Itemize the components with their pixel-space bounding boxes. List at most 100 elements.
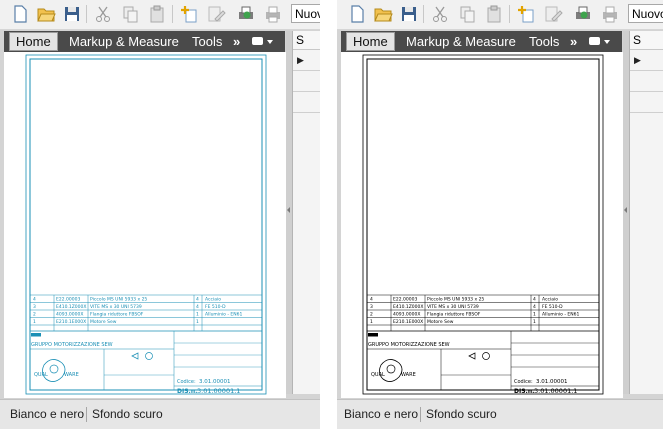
bom-material: Acciaio: [205, 297, 221, 303]
properties-panel: S ▶: [629, 31, 663, 394]
viewer-pane-right: Nuovo Home Markup & Measure Tools » 4 E22…: [337, 0, 663, 429]
bom-qty: 4: [196, 297, 199, 303]
bom-qty: 4: [533, 297, 536, 303]
ribbon-menu: Home Markup & Measure Tools »: [4, 31, 285, 52]
tab-tools[interactable]: Tools: [529, 32, 559, 51]
menu-dropdown-icon[interactable]: [252, 35, 274, 53]
projection-symbol-icon: [482, 352, 490, 360]
bom-code: 4093.0000X: [56, 312, 83, 318]
properties-header: S: [293, 31, 320, 50]
tab-markup-measure[interactable]: Markup & Measure: [69, 32, 179, 51]
title-mark: [368, 333, 378, 337]
new-file-icon[interactable]: [10, 4, 30, 24]
ribbon-menu: Home Markup & Measure Tools »: [341, 31, 622, 52]
open-folder-icon[interactable]: [373, 4, 393, 24]
company-name-right: WARE: [64, 372, 79, 378]
bom-description: Motore Sew: [427, 319, 454, 325]
drawing-canvas[interactable]: 4 E22.00003 Piccolo MS UNI 5933 x 25 4 Accia…: [341, 52, 623, 398]
new-file-icon[interactable]: [347, 4, 367, 24]
bom-description: VITE MS x 30 UNI 5739: [427, 304, 479, 310]
bom-material: FE 510-D: [542, 304, 563, 310]
bom-material: Acciaio: [542, 297, 558, 303]
properties-row[interactable]: ▶: [630, 50, 663, 71]
print-icon[interactable]: [263, 4, 283, 24]
properties-row: [293, 71, 320, 92]
viewer-pane-left: Nuovo Home Markup & Measure Tools » 4 E22…: [0, 0, 320, 429]
more-tabs-icon[interactable]: »: [233, 32, 240, 51]
status-dark-background[interactable]: Sfondo scuro: [426, 407, 497, 421]
document-name-field[interactable]: Nuovo: [628, 4, 663, 23]
toolbar: Nuovo: [0, 0, 320, 30]
paste-icon[interactable]: [484, 4, 504, 24]
bom-description: VITE MS x 30 UNI 5739: [90, 304, 142, 310]
edit-icon[interactable]: [543, 4, 563, 24]
status-dark-background[interactable]: Sfondo scuro: [92, 407, 163, 421]
code-label: Codice:: [514, 379, 533, 385]
bom-code: E22.00003: [56, 297, 80, 303]
bom-code: E210.1E000X: [56, 319, 86, 325]
open-folder-icon[interactable]: [36, 4, 56, 24]
bom-qty: 1: [196, 319, 199, 325]
company-logo-icon: [379, 359, 403, 382]
properties-row[interactable]: ▶: [293, 50, 320, 71]
copy-icon[interactable]: [120, 4, 140, 24]
bom-pos: 2: [370, 312, 373, 318]
tab-home[interactable]: Home: [9, 32, 58, 51]
edit-icon[interactable]: [206, 4, 226, 24]
status-bar: Bianco e nero Sfondo scuro: [0, 399, 320, 429]
drawing-frame: [366, 58, 600, 391]
bom-qty: 1: [533, 319, 536, 325]
bom-code: E410.1Z000X: [56, 304, 86, 310]
company-name-left: QUAL: [371, 372, 385, 378]
toolbar: Nuovo: [337, 0, 663, 30]
document-name-field[interactable]: Nuovo: [291, 4, 320, 23]
status-black-white[interactable]: Bianco e nero: [10, 407, 84, 421]
properties-header: S: [630, 31, 663, 50]
save-icon[interactable]: [62, 4, 82, 24]
tab-home[interactable]: Home: [346, 32, 395, 51]
projection-symbol-icon: [131, 352, 139, 360]
tab-tools[interactable]: Tools: [192, 32, 222, 51]
bom-qty: 4: [533, 304, 536, 310]
cut-icon[interactable]: [430, 4, 450, 24]
company-name-left: QUAL: [34, 372, 48, 378]
bom-material: FE 510-D: [205, 304, 226, 310]
toolbar-separator: [423, 5, 424, 23]
print-preview-icon[interactable]: [573, 4, 593, 24]
toolbar-separator: [86, 5, 87, 23]
bom-description: Flangia riduttore FBSOF: [427, 312, 481, 318]
properties-row: [630, 92, 663, 113]
expand-arrow-icon[interactable]: ▶: [634, 55, 641, 66]
menu-dropdown-icon[interactable]: [589, 35, 611, 53]
save-icon[interactable]: [399, 4, 419, 24]
bom-material: Alluminio - EN61: [205, 312, 242, 318]
tab-markup-measure[interactable]: Markup & Measure: [406, 32, 516, 51]
bom-description: Flangia riduttore FBSOF: [90, 312, 144, 318]
cut-icon[interactable]: [93, 4, 113, 24]
expand-arrow-icon[interactable]: ▶: [297, 55, 304, 66]
bom-pos: 1: [370, 319, 373, 325]
bom-qty: 1: [196, 312, 199, 318]
bom-pos: 1: [33, 319, 36, 325]
print-icon[interactable]: [600, 4, 620, 24]
drawing-sheet: 4 E22.00003 Piccolo MS UNI 5933 x 25 4 Accia…: [362, 54, 604, 395]
add-sheet-icon[interactable]: [179, 4, 199, 24]
bom-qty: 4: [196, 304, 199, 310]
properties-panel: S ▶: [292, 31, 320, 394]
status-bar: Bianco e nero Sfondo scuro: [337, 399, 663, 429]
projection-symbol-icon: [468, 352, 476, 360]
toolbar-separator: [509, 5, 510, 23]
drawing-number: 3.01.00001.1: [197, 387, 240, 395]
add-sheet-icon[interactable]: [516, 4, 536, 24]
bom-pos: 2: [33, 312, 36, 318]
paste-icon[interactable]: [147, 4, 167, 24]
copy-icon[interactable]: [457, 4, 477, 24]
print-preview-icon[interactable]: [236, 4, 256, 24]
drawing-canvas[interactable]: 4 E22.00003 Piccolo MS UNI 5933 x 25 4 Accia…: [4, 52, 286, 398]
title-block-title: GRUPPO MOTORIZZAZIONE SEW: [368, 342, 450, 348]
code-label: Codice:: [177, 379, 196, 385]
drawing-frame: [29, 58, 263, 391]
company-logo-icon: [49, 364, 59, 374]
more-tabs-icon[interactable]: »: [570, 32, 577, 51]
status-black-white[interactable]: Bianco e nero: [344, 407, 418, 421]
